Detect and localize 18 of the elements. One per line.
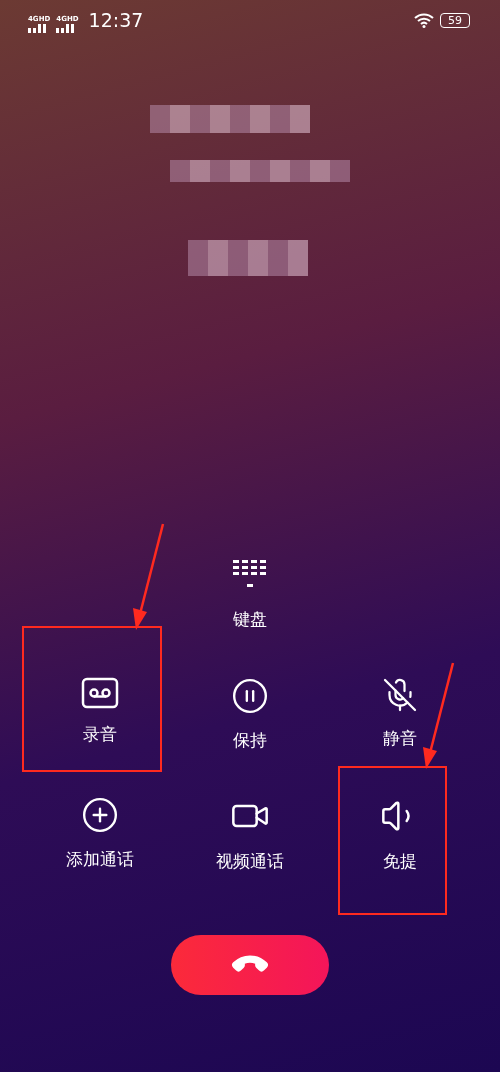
signal-icon: [28, 23, 46, 33]
call-control-button[interactable]: 添加通话: [66, 796, 134, 873]
call-control-button[interactable]: 免提: [380, 796, 420, 873]
battery-level: 59: [440, 12, 470, 28]
call-control-button[interactable]: 保持: [231, 677, 269, 752]
mute-icon: [382, 677, 418, 713]
cassette-icon: [81, 677, 119, 709]
keypad-icon[interactable]: [233, 560, 267, 590]
call-control-button[interactable]: 静音: [382, 677, 418, 752]
wifi-icon: [414, 12, 434, 28]
call-control-button[interactable]: 视频通话: [216, 796, 284, 873]
keypad-label[interactable]: 键盘: [233, 608, 267, 631]
signal-icon: [56, 23, 75, 33]
end-call-button[interactable]: [171, 935, 329, 995]
clock: 12:37: [88, 9, 144, 31]
call-control-button[interactable]: 录音: [81, 677, 119, 752]
pause-icon: [231, 677, 269, 715]
add-icon: [81, 796, 119, 834]
